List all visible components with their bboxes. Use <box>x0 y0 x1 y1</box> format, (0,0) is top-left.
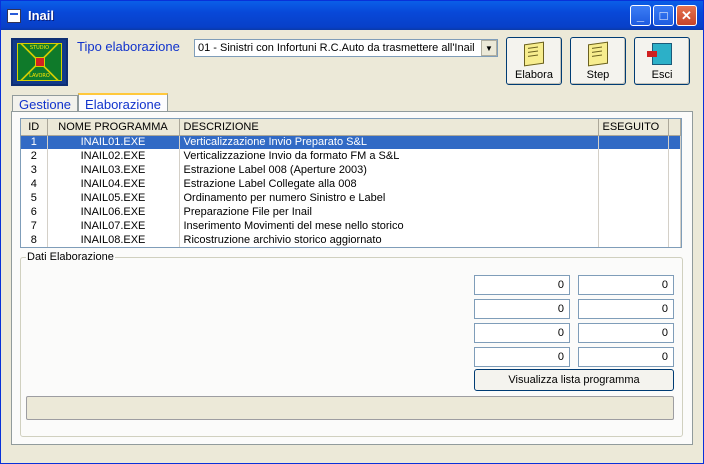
cell-filler <box>668 233 681 247</box>
grid-header-row: ID NOME PROGRAMMA DESCRIZIONE ESEGUITO <box>21 119 681 136</box>
logo-top-text: STUDIO <box>29 45 50 51</box>
cell-filler <box>668 149 681 163</box>
table-row[interactable]: 8 INAIL08.EXE Ricostruzione archivio stori… <box>21 233 681 247</box>
minimize-button[interactable]: _ <box>630 5 651 26</box>
cell-nome: INAIL05.EXE <box>47 191 180 205</box>
cell-nome: INAIL04.EXE <box>47 177 180 191</box>
cell-filler <box>668 219 681 233</box>
cell-descrizione: Estrazione Label 008 (Aperture 2003) <box>179 163 599 177</box>
cell-id: 3 <box>21 163 48 177</box>
step-label: Step <box>586 69 610 81</box>
cell-nome: INAIL01.EXE <box>47 135 180 149</box>
value-field-6[interactable]: 0 <box>578 323 674 343</box>
cell-descrizione: Preparazione File per Inail <box>179 205 599 219</box>
book-icon <box>524 41 544 67</box>
table-row[interactable]: 7 INAIL07.EXE Inserimento Movimenti del me… <box>21 219 681 233</box>
value-field-4[interactable]: 0 <box>578 299 674 319</box>
cell-descrizione: Inserimento Movimenti del mese nello sto… <box>179 219 599 233</box>
cell-nome: INAIL08.EXE <box>47 233 180 247</box>
cell-descrizione: Estrazione Label Collegate alla 008 <box>179 177 599 191</box>
value-field-2[interactable]: 0 <box>578 275 674 295</box>
cell-filler <box>668 191 681 205</box>
exit-door-icon <box>647 43 672 65</box>
tab-strip: Gestione Elaborazione <box>12 93 168 113</box>
cell-eseguito <box>598 233 669 247</box>
title-bar[interactable]: Inail _ □ ✕ <box>1 1 703 30</box>
cell-eseguito <box>598 191 669 205</box>
cell-nome: INAIL03.EXE <box>47 163 180 177</box>
close-button[interactable]: ✕ <box>676 5 697 26</box>
table-row[interactable]: 2 INAIL02.EXE Verticalizzazione Invio da f… <box>21 149 681 163</box>
cell-descrizione: Verticalizzazione Invio Preparato S&L <box>179 135 599 149</box>
cell-id: 8 <box>21 233 48 247</box>
step-button[interactable]: Step <box>570 37 626 85</box>
cell-id: 2 <box>21 149 48 163</box>
cell-nome: INAIL02.EXE <box>47 149 180 163</box>
cell-id: 1 <box>21 135 48 149</box>
cell-nome: INAIL06.EXE <box>47 205 180 219</box>
visualizza-lista-button[interactable]: Visualizza lista programma <box>474 369 674 391</box>
table-row[interactable]: 5 INAIL05.EXE Ordinamento per numero Sinis… <box>21 191 681 205</box>
main-window: Inail _ □ ✕ STUDIO LAVORO Tipo elaborazi… <box>0 0 704 464</box>
maximize-icon: □ <box>659 8 668 23</box>
minimize-icon: _ <box>636 8 645 23</box>
cell-filler <box>668 135 681 149</box>
dati-elaborazione-legend: Dati Elaborazione <box>26 251 115 263</box>
value-field-7[interactable]: 0 <box>474 347 570 367</box>
tab-elaborazione[interactable]: Elaborazione <box>78 93 168 113</box>
tipo-elaborazione-value: 01 - Sinistri con Infortuni R.C.Auto da … <box>198 42 475 54</box>
elabora-button[interactable]: Elabora <box>506 37 562 85</box>
cell-filler <box>668 205 681 219</box>
table-row[interactable]: 1 INAIL01.EXE Verticalizzazione Invio Prep… <box>21 135 681 149</box>
col-header-eseguito[interactable]: ESEGUITO <box>598 119 669 136</box>
cell-id: 7 <box>21 219 48 233</box>
cell-eseguito <box>598 219 669 233</box>
esci-label: Esci <box>651 69 673 81</box>
chevron-down-icon[interactable]: ▼ <box>481 40 497 56</box>
value-field-1[interactable]: 0 <box>474 275 570 295</box>
col-header-filler <box>668 119 681 136</box>
cell-eseguito <box>598 149 669 163</box>
cell-id: 4 <box>21 177 48 191</box>
logo-bottom-text: LAVORO <box>29 73 50 79</box>
value-field-5[interactable]: 0 <box>474 323 570 343</box>
maximize-button[interactable]: □ <box>653 5 674 26</box>
value-field-3[interactable]: 0 <box>474 299 570 319</box>
app-icon[interactable] <box>7 8 21 23</box>
value-field-8[interactable]: 0 <box>578 347 674 367</box>
cell-eseguito <box>598 135 669 149</box>
tipo-elaborazione-select[interactable]: 01 - Sinistri con Infortuni R.C.Auto da … <box>194 39 498 57</box>
elabora-label: Elabora <box>515 69 553 81</box>
step-book-icon <box>588 41 608 67</box>
cell-eseguito <box>598 163 669 177</box>
col-header-descrizione[interactable]: DESCRIZIONE <box>179 119 599 136</box>
col-header-nome[interactable]: NOME PROGRAMMA <box>47 119 180 136</box>
cell-descrizione: Ordinamento per numero Sinistro e Label <box>179 191 599 205</box>
close-icon: ✕ <box>681 8 692 23</box>
cell-filler <box>668 163 681 177</box>
table-row[interactable]: 3 INAIL03.EXE Estrazione Label 008 (Apertu… <box>21 163 681 177</box>
tipo-elaborazione-label: Tipo elaborazione <box>77 39 180 54</box>
cell-eseguito <box>598 177 669 191</box>
cell-id: 5 <box>21 191 48 205</box>
progress-bar <box>26 396 674 420</box>
cell-filler <box>668 177 681 191</box>
window-title: Inail <box>28 8 55 23</box>
cell-eseguito <box>598 205 669 219</box>
table-row[interactable]: 6 INAIL06.EXE Preparazione File per Inail <box>21 205 681 219</box>
cell-descrizione: Verticalizzazione Invio da formato FM a … <box>179 149 599 163</box>
col-header-id[interactable]: ID <box>21 119 48 136</box>
cell-nome: INAIL07.EXE <box>47 219 180 233</box>
esci-button[interactable]: Esci <box>634 37 690 85</box>
logo: STUDIO LAVORO <box>11 38 68 86</box>
cell-id: 6 <box>21 205 48 219</box>
table-row[interactable]: 4 INAIL04.EXE Estrazione Label Collegate a… <box>21 177 681 191</box>
cell-descrizione: Ricostruzione archivio storico aggiornat… <box>179 233 599 247</box>
programs-grid[interactable]: ID NOME PROGRAMMA DESCRIZIONE ESEGUITO 1… <box>20 118 682 248</box>
